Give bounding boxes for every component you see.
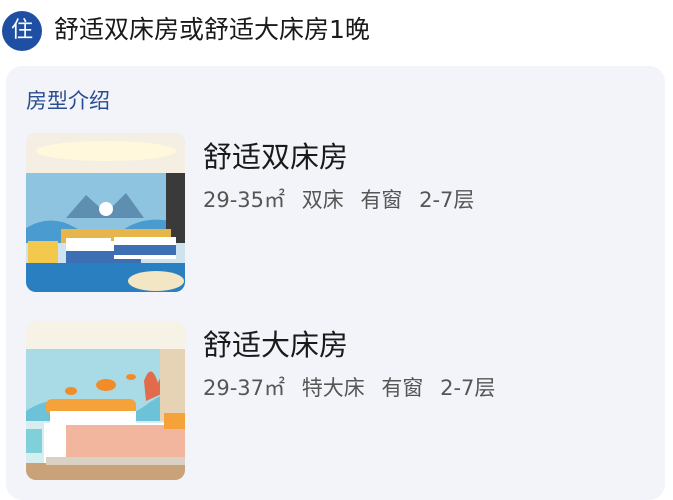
room-specs: 29-37㎡ 特大床 有窗 2-7层: [203, 373, 505, 403]
stay-badge: 住: [2, 11, 42, 51]
section-title: 房型介绍: [26, 89, 110, 113]
room-floor: 2-7层: [440, 376, 496, 400]
room-specs: 29-35㎡ 双床 有窗 2-7层: [203, 185, 484, 215]
room-intro-card: 房型介绍 舒适双床房 29-35㎡ 双床 有窗 2-7层 舒适大床房 29-37…: [6, 66, 665, 500]
package-header: 住 舒适双床房或舒适大床房1晚: [0, 0, 673, 62]
room-bed-type: 特大床: [301, 376, 365, 400]
package-title: 舒适双床房或舒适大床房1晚: [54, 15, 370, 44]
room-area: 29-35㎡: [203, 188, 286, 212]
king-room-image: [26, 321, 185, 480]
room-name: 舒适双床房: [203, 140, 349, 174]
room-photo-twin[interactable]: [26, 133, 185, 292]
room-window: 有窗: [381, 376, 424, 400]
room-item-king[interactable]: 舒适大床房 29-37㎡ 特大床 有窗 2-7层: [26, 321, 646, 481]
room-window: 有窗: [360, 188, 403, 212]
room-photo-king[interactable]: [26, 321, 185, 480]
room-name: 舒适大床房: [203, 328, 349, 362]
room-bed-type: 双床: [301, 188, 344, 212]
room-item-twin[interactable]: 舒适双床房 29-35㎡ 双床 有窗 2-7层: [26, 133, 646, 293]
room-floor: 2-7层: [419, 188, 475, 212]
twin-room-image: [26, 133, 185, 292]
room-area: 29-37㎡: [203, 376, 286, 400]
